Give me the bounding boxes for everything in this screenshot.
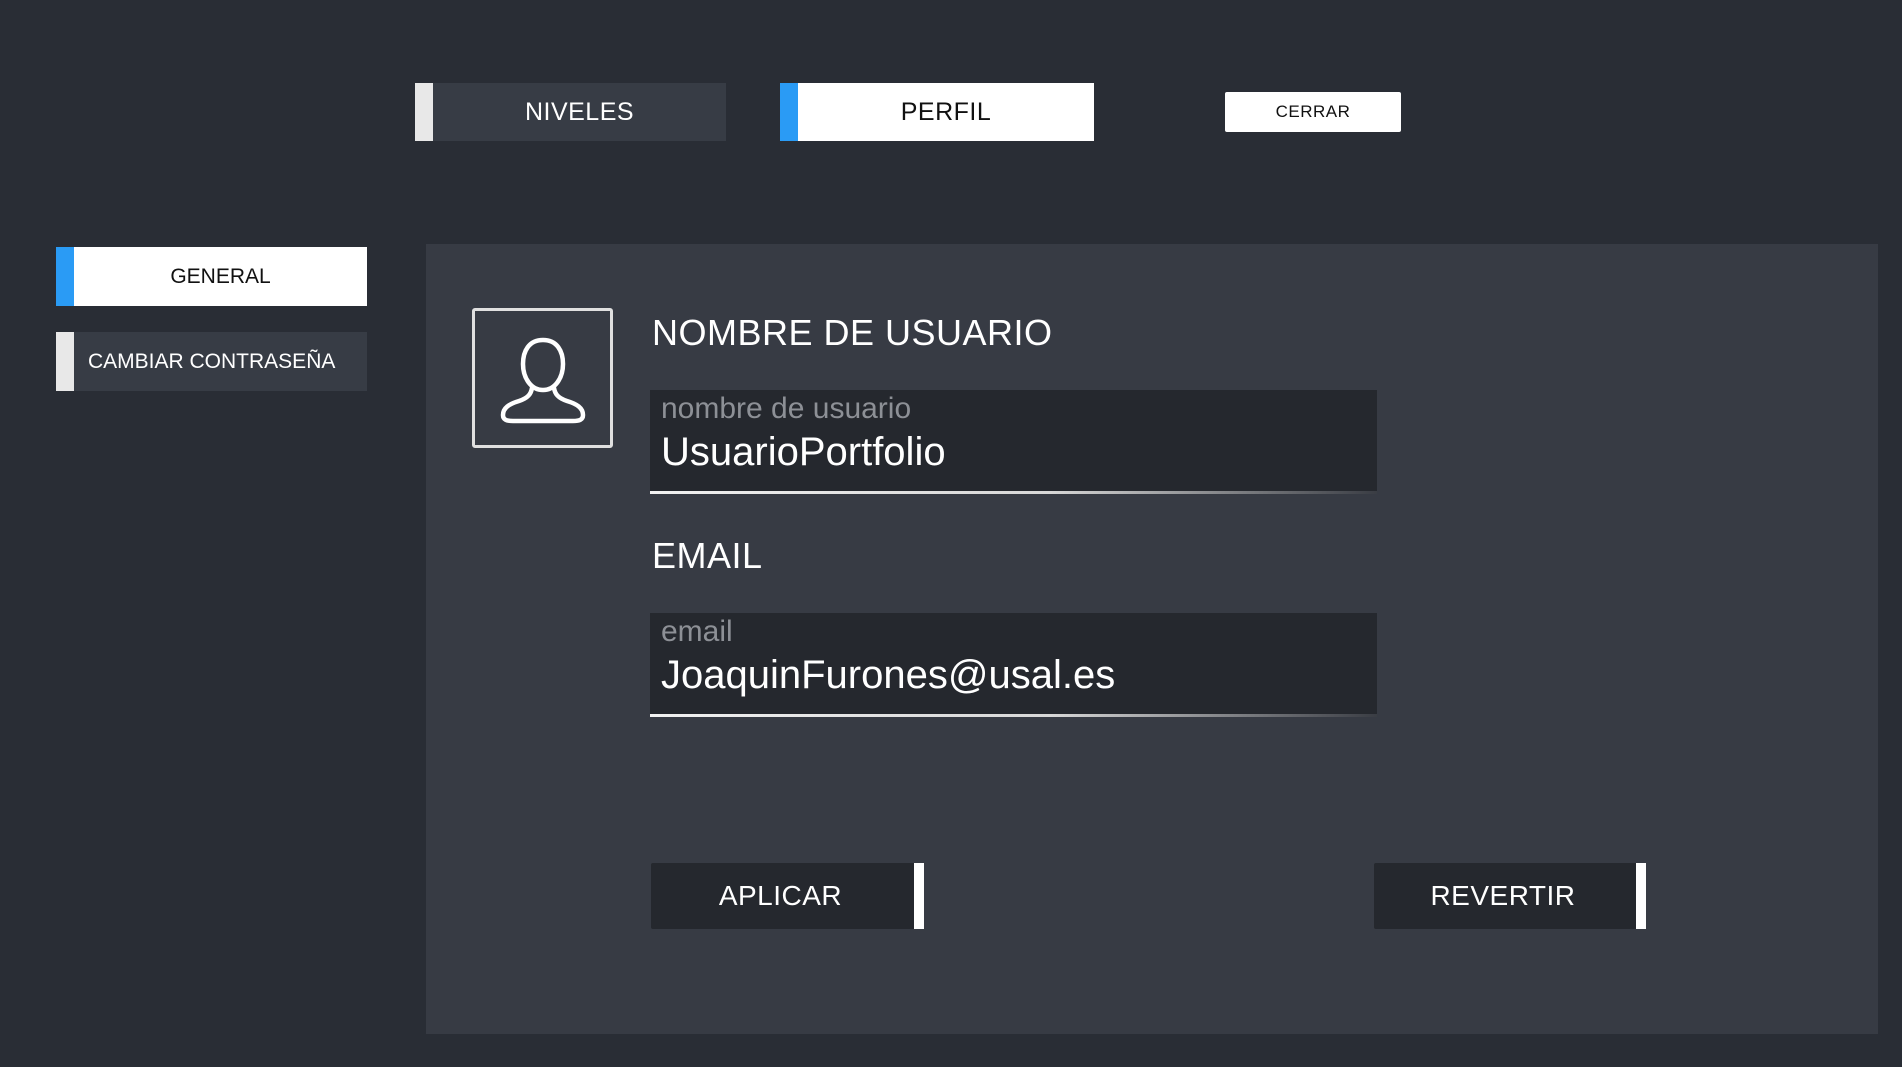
button-accent-bar — [914, 863, 924, 929]
username-field[interactable]: nombre de usuario — [650, 390, 1377, 494]
tab-perfil[interactable]: PERFIL — [780, 83, 1094, 141]
tab-accent-bar — [415, 83, 433, 141]
sidebar-item-general[interactable]: GENERAL — [56, 247, 367, 306]
tab-perfil-label: PERFIL — [900, 97, 992, 126]
username-heading: NOMBRE DE USUARIO — [652, 312, 1053, 353]
username-input[interactable] — [661, 430, 1361, 475]
tab-niveles[interactable]: NIVELES — [415, 83, 726, 141]
sidebar-item-label: GENERAL — [170, 264, 271, 288]
button-accent-bar — [1636, 863, 1646, 929]
username-placeholder: nombre de usuario — [661, 392, 912, 425]
close-button-label: CERRAR — [1275, 102, 1351, 121]
revert-button-label: REVERTIR — [1430, 880, 1576, 911]
email-field[interactable]: email — [650, 613, 1377, 717]
tab-niveles-label: NIVELES — [524, 97, 635, 126]
user-silhouette-icon — [500, 337, 585, 424]
email-placeholder: email — [661, 615, 733, 648]
apply-button-label: APLICAR — [718, 880, 843, 911]
sidebar-accent-bar — [56, 247, 74, 306]
sidebar-item-cambiar-contrasena[interactable]: CAMBIAR CONTRASEÑA — [56, 332, 367, 391]
email-input[interactable] — [661, 653, 1361, 698]
username-underline — [650, 491, 1377, 494]
avatar[interactable] — [472, 308, 613, 448]
sidebar-item-label: CAMBIAR CONTRASEÑA — [88, 349, 336, 373]
tab-accent-bar — [780, 83, 798, 141]
email-underline — [650, 714, 1377, 717]
close-button[interactable]: CERRAR — [1225, 92, 1401, 132]
sidebar-accent-bar — [56, 332, 74, 391]
profile-panel: NOMBRE DE USUARIO nombre de usuario EMAI… — [426, 244, 1878, 1034]
revert-button[interactable]: REVERTIR — [1374, 863, 1646, 929]
email-heading: EMAIL — [652, 535, 763, 576]
apply-button[interactable]: APLICAR — [651, 863, 924, 929]
